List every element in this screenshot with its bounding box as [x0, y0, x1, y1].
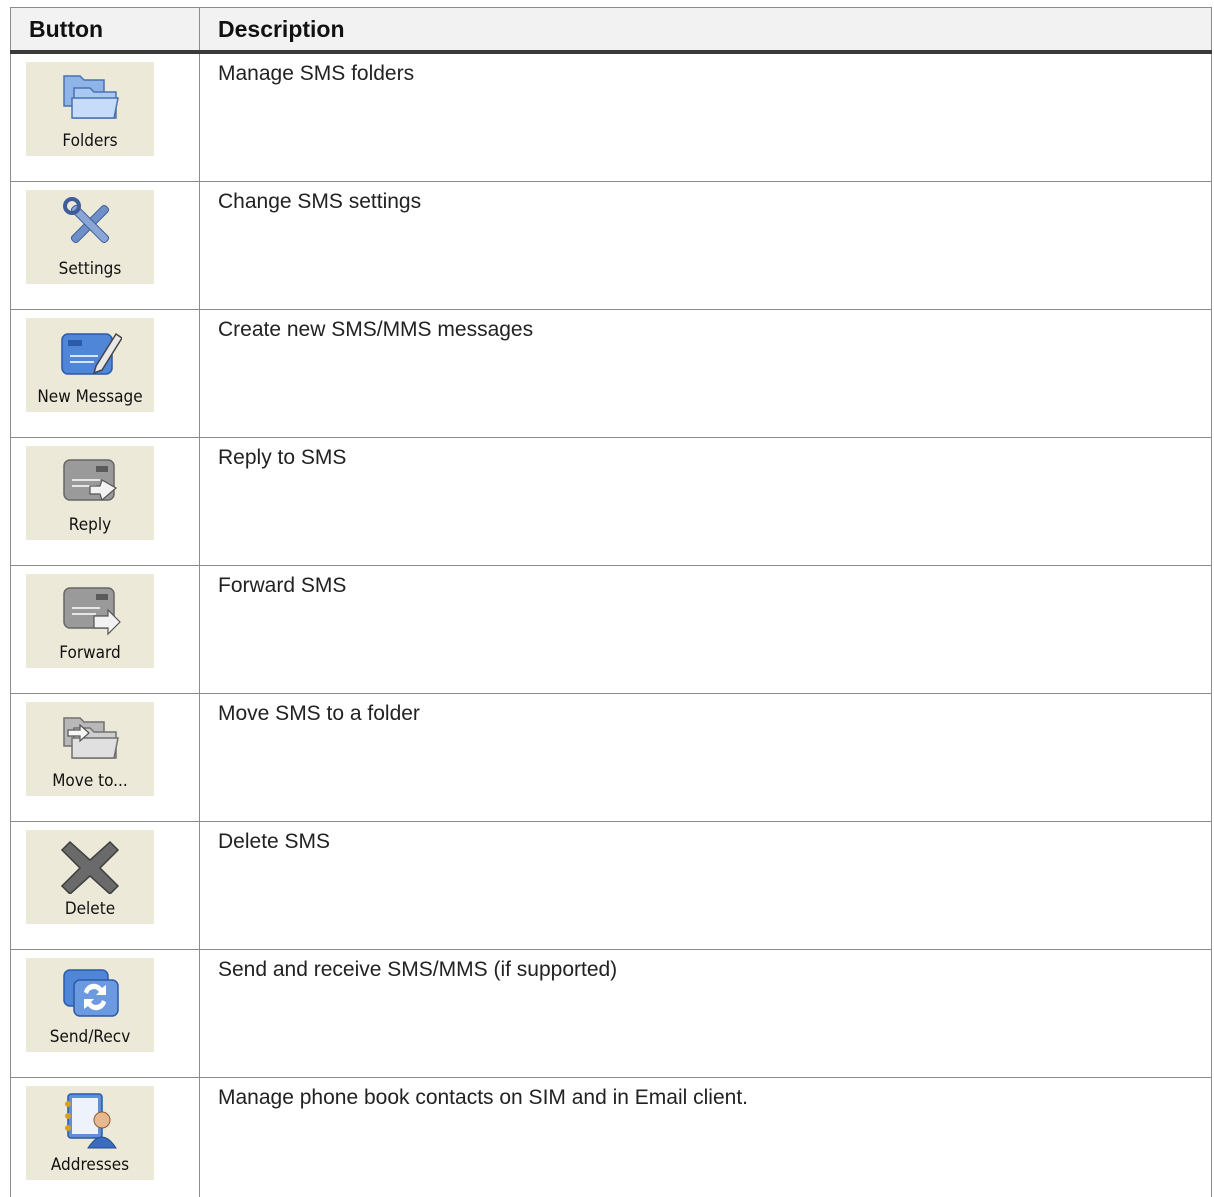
header-description: Description [200, 8, 1212, 53]
button-label: Delete [32, 899, 147, 919]
new-message-icon [58, 322, 122, 382]
forward-button[interactable]: Forward [26, 574, 154, 668]
folders-icon [58, 66, 122, 126]
new-message-button[interactable]: New Message [26, 318, 154, 412]
button-cell: Folders [11, 52, 200, 182]
button-cell: Delete [11, 822, 200, 950]
delete-x-icon [58, 834, 122, 894]
send-recv-button[interactable]: Send/Recv [26, 958, 154, 1052]
reply-icon [58, 450, 122, 510]
button-label: Settings [32, 259, 147, 279]
description-cell: Forward SMS [200, 566, 1212, 694]
button-cell: Settings [11, 182, 200, 310]
address-book-icon [58, 1090, 122, 1150]
button-cell: Reply [11, 438, 200, 566]
header-button: Button [11, 8, 200, 53]
button-label: Move to... [32, 771, 147, 791]
description-cell: Reply to SMS [200, 438, 1212, 566]
button-cell: Addresses [11, 1078, 200, 1197]
table-row: Move to... Move SMS to a folder [11, 694, 1212, 822]
button-label: New Message [32, 387, 147, 407]
button-cell: Forward [11, 566, 200, 694]
send-receive-icon [58, 962, 122, 1022]
settings-tools-icon [58, 194, 122, 254]
move-to-button[interactable]: Move to... [26, 702, 154, 796]
button-description-table: Button Description Folders Manage SMS fo… [10, 7, 1212, 1197]
delete-button[interactable]: Delete [26, 830, 154, 924]
folders-button[interactable]: Folders [26, 62, 154, 156]
description-cell: Manage phone book contacts on SIM and in… [200, 1078, 1212, 1197]
description-cell: Delete SMS [200, 822, 1212, 950]
table-row: Settings Change SMS settings [11, 182, 1212, 310]
table-row: Delete Delete SMS [11, 822, 1212, 950]
table-row: Folders Manage SMS folders [11, 52, 1212, 182]
addresses-button[interactable]: Addresses [26, 1086, 154, 1180]
button-label: Forward [32, 643, 147, 663]
description-cell: Create new SMS/MMS messages [200, 310, 1212, 438]
reply-button[interactable]: Reply [26, 446, 154, 540]
button-label: Reply [32, 515, 147, 535]
table-row: New Message Create new SMS/MMS messages [11, 310, 1212, 438]
button-cell: Move to... [11, 694, 200, 822]
button-label: Folders [32, 131, 147, 151]
table-row: Forward Forward SMS [11, 566, 1212, 694]
settings-button[interactable]: Settings [26, 190, 154, 284]
description-cell: Move SMS to a folder [200, 694, 1212, 822]
table-row: Send/Recv Send and receive SMS/MMS (if s… [11, 950, 1212, 1078]
header-row: Button Description [11, 8, 1212, 53]
move-to-folder-icon [58, 706, 122, 766]
button-cell: Send/Recv [11, 950, 200, 1078]
button-cell: New Message [11, 310, 200, 438]
table-row: Addresses Manage phone book contacts on … [11, 1078, 1212, 1197]
description-cell: Send and receive SMS/MMS (if supported) [200, 950, 1212, 1078]
description-cell: Manage SMS folders [200, 52, 1212, 182]
button-label: Addresses [32, 1155, 147, 1175]
forward-icon [58, 578, 122, 638]
description-cell: Change SMS settings [200, 182, 1212, 310]
button-label: Send/Recv [32, 1027, 147, 1047]
table-row: Reply Reply to SMS [11, 438, 1212, 566]
